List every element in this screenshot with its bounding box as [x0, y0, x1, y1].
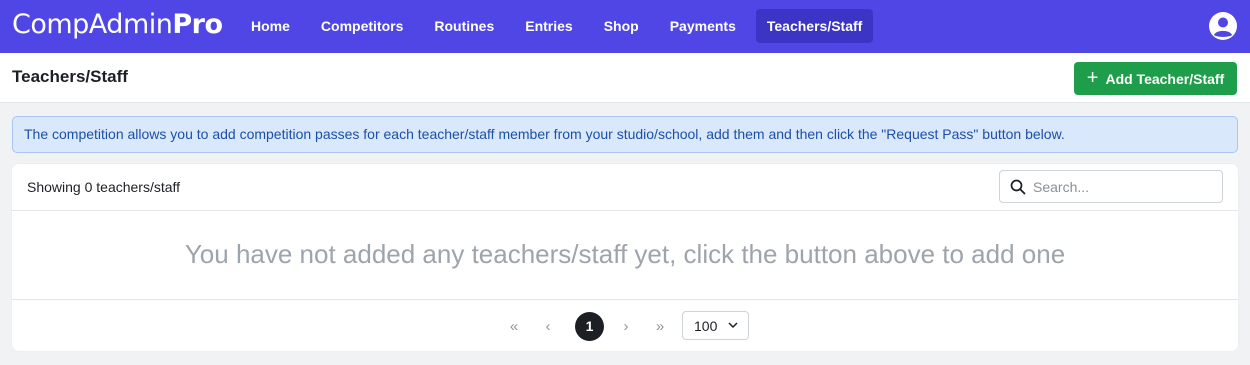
page-title: Teachers/Staff	[12, 67, 128, 86]
empty-state-message: You have not added any teachers/staff ye…	[184, 239, 1066, 269]
per-page-select[interactable]: 100	[682, 311, 749, 340]
per-page-value: 100	[694, 317, 718, 334]
pagination: « ‹ 1 › »	[502, 311, 672, 341]
card-footer: « ‹ 1 › » 100	[12, 299, 1238, 351]
first-page-button[interactable]: «	[502, 318, 526, 335]
main-nav: Home Competitors Routines Entries Shop P…	[240, 9, 882, 43]
current-page-button[interactable]: 1	[575, 311, 604, 341]
search-box[interactable]	[999, 170, 1223, 203]
results-count: Showing 0 teachers/staff	[27, 179, 181, 195]
brand-suffix: Pro	[172, 9, 223, 40]
brand-name: CompAdmin	[12, 9, 173, 40]
search-input[interactable]	[1033, 178, 1213, 195]
nav-item-routines[interactable]: Routines	[423, 9, 505, 43]
app-logo[interactable]: CompAdminPro	[12, 8, 223, 42]
add-button-label: Add Teacher/Staff	[1105, 70, 1225, 87]
prev-page-button[interactable]: ‹	[536, 318, 560, 335]
last-page-button[interactable]: »	[648, 318, 672, 335]
nav-item-payments[interactable]: Payments	[659, 9, 747, 43]
nav-item-entries[interactable]: Entries	[514, 9, 583, 43]
nav-item-teachers-staff[interactable]: Teachers/Staff	[755, 9, 874, 43]
page-header: Teachers/Staff + Add Teacher/Staff	[0, 53, 1250, 103]
nav-item-competitors[interactable]: Competitors	[310, 9, 414, 43]
card-header: Showing 0 teachers/staff	[12, 164, 1238, 211]
search-icon	[1010, 179, 1026, 194]
info-alert: The competition allows you to add compet…	[12, 116, 1238, 153]
next-page-button[interactable]: ›	[614, 318, 638, 335]
top-navbar: CompAdminPro Home Competitors Routines E…	[0, 0, 1250, 53]
user-circle-icon[interactable]	[1208, 11, 1238, 41]
add-teacher-staff-button[interactable]: + Add Teacher/Staff	[1074, 62, 1237, 95]
plus-icon: +	[1086, 66, 1099, 89]
chevron-down-icon	[728, 322, 738, 329]
nav-item-home[interactable]: Home	[240, 9, 301, 43]
teachers-staff-card: Showing 0 teachers/staff You have not ad…	[12, 164, 1238, 351]
nav-item-shop[interactable]: Shop	[593, 9, 650, 43]
